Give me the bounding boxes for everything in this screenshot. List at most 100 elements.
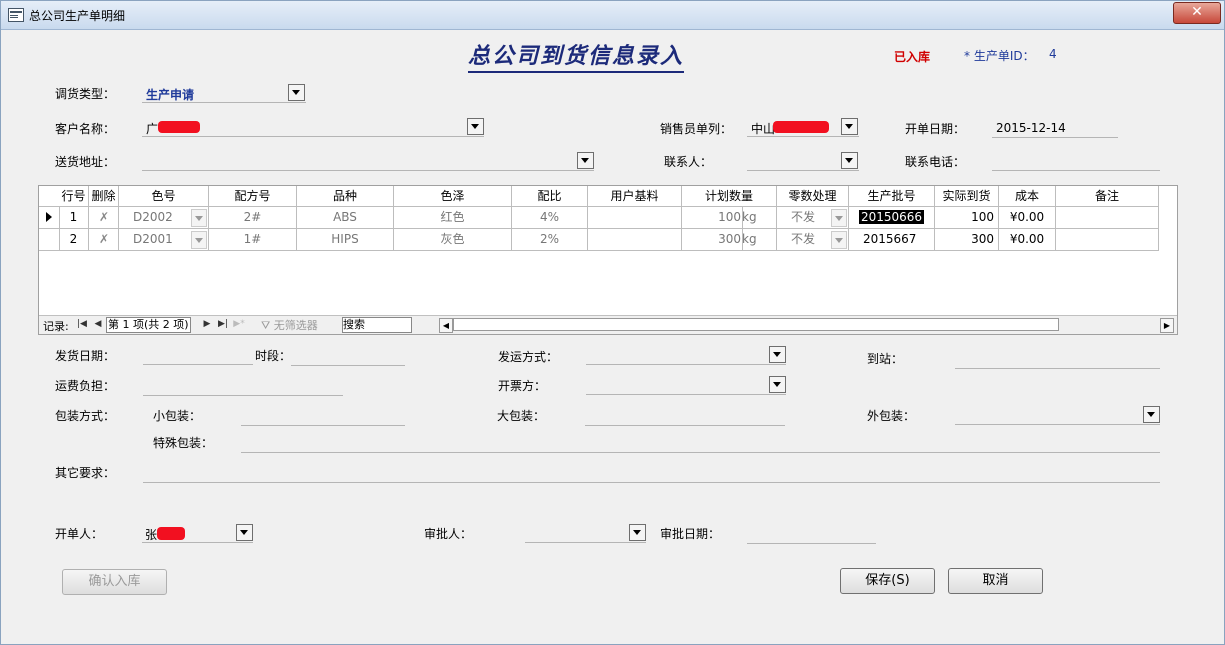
chevron-down-icon[interactable] xyxy=(831,231,847,249)
col-header[interactable]: 色泽 xyxy=(394,186,512,206)
chevron-down-icon[interactable] xyxy=(769,376,786,393)
confirm-stock-in-button[interactable]: 确认入库 xyxy=(62,569,167,595)
record-position-field[interactable]: 第 1 项(共 2 项) xyxy=(106,317,191,333)
chevron-down-icon[interactable] xyxy=(769,346,786,363)
table-row[interactable]: 1 ✗ D2002 2# ABS 红色 4% 100 kg 不发 2015066… xyxy=(39,207,1159,229)
phone-field[interactable] xyxy=(992,152,1160,171)
ratio-cell[interactable]: 4% xyxy=(512,207,588,229)
big-pack-field[interactable] xyxy=(585,407,785,426)
chevron-down-icon[interactable] xyxy=(191,209,207,227)
chevron-down-icon[interactable] xyxy=(467,118,484,135)
search-input[interactable]: 搜索 xyxy=(342,317,412,333)
shade-cell[interactable]: 红色 xyxy=(394,207,512,229)
packing-label: 包装方式： xyxy=(55,409,116,423)
variety-cell[interactable]: ABS xyxy=(297,207,394,229)
shade-cell[interactable]: 灰色 xyxy=(394,229,512,251)
freight-field[interactable] xyxy=(143,377,343,396)
col-header[interactable]: 配方号 xyxy=(209,186,297,206)
col-header[interactable]: 行号 xyxy=(59,186,89,206)
creator-select[interactable]: 张 xyxy=(142,524,253,543)
base-cell[interactable] xyxy=(588,229,682,251)
row-selector[interactable] xyxy=(39,207,60,229)
form-body: 总公司到货信息录入 已入库 * 生产单ID： 4 调货类型： 生产申请 客户名称… xyxy=(8,30,1218,638)
chevron-down-icon[interactable] xyxy=(1143,406,1160,423)
horizontal-scrollbar[interactable] xyxy=(453,318,1059,331)
col-header[interactable]: 生产批号 xyxy=(849,186,935,206)
delete-icon[interactable]: ✗ xyxy=(97,233,111,245)
batch-cell[interactable]: 20150666 xyxy=(849,207,935,229)
chevron-down-icon[interactable] xyxy=(831,209,847,227)
cancel-button[interactable]: 取消 xyxy=(948,568,1043,594)
row-selector[interactable] xyxy=(39,229,60,251)
base-cell[interactable] xyxy=(588,207,682,229)
invoice-select[interactable] xyxy=(586,376,786,395)
batch-cell[interactable]: 2015667 xyxy=(849,229,935,251)
color-no-cell[interactable]: D2001 xyxy=(119,229,209,251)
chevron-down-icon[interactable] xyxy=(629,524,646,541)
approver-select[interactable] xyxy=(525,524,646,543)
special-pack-field[interactable] xyxy=(241,434,1160,453)
address-select[interactable] xyxy=(142,152,594,171)
chevron-down-icon[interactable] xyxy=(236,524,253,541)
qty-cell[interactable]: 300 xyxy=(682,229,743,251)
ship-date-field[interactable] xyxy=(143,346,253,365)
first-record-icon[interactable]: |◀ xyxy=(76,318,88,331)
note-cell[interactable] xyxy=(1056,207,1159,229)
ship-method-select[interactable] xyxy=(586,346,786,365)
small-pack-field[interactable] xyxy=(241,407,405,426)
col-header[interactable]: 色号 xyxy=(119,186,209,206)
delete-cell[interactable]: ✗ xyxy=(89,229,119,251)
col-header[interactable]: 删除 xyxy=(89,186,119,206)
col-header[interactable]: 零数处理 xyxy=(777,186,849,206)
col-header[interactable]: 实际到货 xyxy=(935,186,999,206)
col-header[interactable]: 配比 xyxy=(512,186,588,206)
scroll-left-icon[interactable]: ◀ xyxy=(439,318,453,333)
note-cell[interactable] xyxy=(1056,229,1159,251)
actual-cell[interactable]: 300 xyxy=(935,229,999,251)
delete-icon[interactable]: ✗ xyxy=(97,211,111,223)
ratio-cell[interactable]: 2% xyxy=(512,229,588,251)
outer-pack-select[interactable] xyxy=(955,406,1160,425)
save-button[interactable]: 保存(S) xyxy=(840,568,935,594)
chevron-down-icon[interactable] xyxy=(841,152,858,169)
remainder-cell[interactable]: 不发 xyxy=(777,207,849,229)
contact-select[interactable] xyxy=(747,152,859,171)
salesperson-select[interactable]: 中山 xyxy=(747,118,859,137)
variety-cell[interactable]: HIPS xyxy=(297,229,394,251)
chevron-down-icon[interactable] xyxy=(191,231,207,249)
cost-cell[interactable]: ¥0.00 xyxy=(999,229,1056,251)
chevron-down-icon[interactable] xyxy=(288,84,305,101)
approve-date-field[interactable] xyxy=(747,525,876,544)
col-header[interactable]: 成本 xyxy=(999,186,1056,206)
remainder-cell[interactable]: 不发 xyxy=(777,229,849,251)
scroll-right-icon[interactable]: ▶ xyxy=(1160,318,1174,333)
title-bar: 总公司生产单明细 ✕ xyxy=(1,1,1224,30)
period-field[interactable] xyxy=(291,347,405,366)
qty-cell[interactable]: 100 xyxy=(682,207,743,229)
last-record-icon[interactable]: ▶| xyxy=(217,318,229,331)
chevron-down-icon[interactable] xyxy=(577,152,594,169)
close-button[interactable]: ✕ xyxy=(1173,2,1221,24)
col-header[interactable]: 备注 xyxy=(1056,186,1159,206)
station-field[interactable] xyxy=(955,350,1160,369)
customer-select[interactable]: 广 xyxy=(142,118,484,137)
chevron-down-icon[interactable] xyxy=(841,118,858,135)
other-req-field[interactable] xyxy=(143,464,1160,483)
col-header[interactable]: 品种 xyxy=(297,186,394,206)
actual-cell[interactable]: 100 xyxy=(935,207,999,229)
next-record-icon[interactable]: ▶ xyxy=(201,318,213,331)
col-header[interactable]: 用户基料 xyxy=(588,186,682,206)
formula-cell[interactable]: 2# xyxy=(209,207,297,229)
cost-cell[interactable]: ¥0.00 xyxy=(999,207,1056,229)
filter-status[interactable]: ⛛ 无筛选器 xyxy=(261,317,318,333)
row-number: 1 xyxy=(59,207,89,229)
open-date-field[interactable]: 2015-12-14 xyxy=(992,119,1118,138)
color-no-cell[interactable]: D2002 xyxy=(119,207,209,229)
delete-cell[interactable]: ✗ xyxy=(89,207,119,229)
new-record-icon[interactable]: ▶* xyxy=(233,318,245,331)
table-row[interactable]: 2 ✗ D2001 1# HIPS 灰色 2% 300 kg 不发 201566… xyxy=(39,229,1159,251)
prev-record-icon[interactable]: ◀ xyxy=(92,318,104,331)
col-header[interactable]: 计划数量 xyxy=(682,186,777,206)
transfer-type-select[interactable]: 生产申请 xyxy=(142,84,306,103)
formula-cell[interactable]: 1# xyxy=(209,229,297,251)
